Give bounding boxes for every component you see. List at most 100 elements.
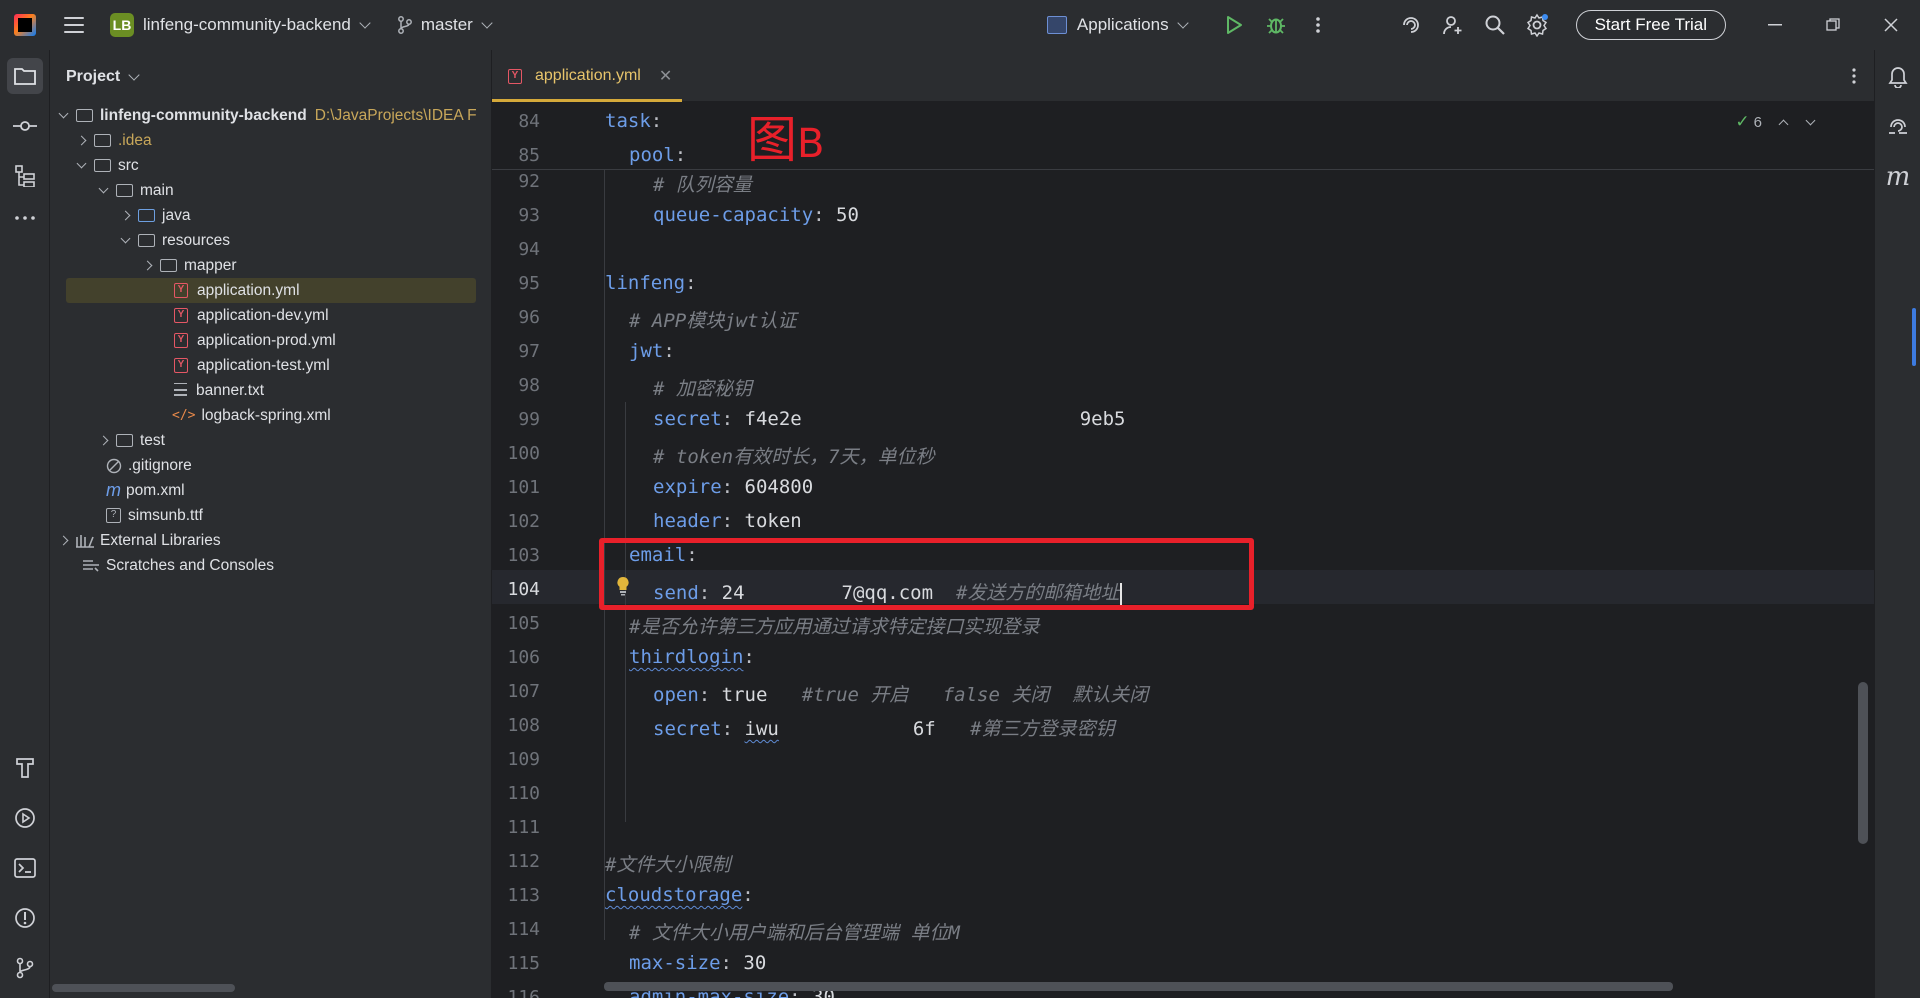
collapse-arrow-icon[interactable] — [142, 260, 153, 271]
line-number[interactable]: 110 — [492, 783, 540, 804]
settings-icon[interactable] — [1525, 13, 1549, 37]
tree-item-gitignore[interactable]: .gitignore — [106, 453, 192, 478]
tree-item-banner[interactable]: banner.txt — [174, 378, 264, 403]
search-icon[interactable] — [1483, 13, 1507, 37]
line-number[interactable]: 114 — [492, 919, 540, 940]
app-logo[interactable] — [14, 14, 36, 36]
line-number[interactable]: 98 — [492, 375, 540, 396]
tree-item-test[interactable]: test — [98, 428, 165, 453]
inspection-widget[interactable]: ✓ 6 — [1735, 112, 1816, 132]
ai-assistant-icon[interactable] — [1882, 111, 1914, 143]
chevron-down-icon[interactable] — [481, 16, 493, 29]
tree-item-application-test[interactable]: Y application-test.yml — [174, 353, 330, 378]
editor-horizontal-scrollbar[interactable] — [604, 982, 1673, 991]
line-number[interactable]: 106 — [492, 647, 540, 668]
add-user-icon[interactable] — [1441, 13, 1465, 37]
line-number[interactable]: 99 — [492, 409, 540, 430]
tree-item-pom[interactable]: m pom.xml — [106, 478, 185, 503]
line-number[interactable]: 103 — [492, 545, 540, 566]
expand-arrow-icon[interactable] — [120, 233, 131, 244]
collapse-arrow-icon[interactable] — [120, 210, 131, 221]
tree-item-external-libraries[interactable]: External Libraries — [58, 528, 221, 553]
build-icon[interactable] — [7, 750, 43, 786]
tree-item-resources[interactable]: resources — [120, 228, 231, 253]
horizontal-scrollbar[interactable] — [52, 984, 235, 992]
tree-item-simsun[interactable]: ? simsunb.ttf — [106, 503, 203, 528]
notifications-icon[interactable] — [1882, 61, 1914, 93]
collapse-arrow-icon[interactable] — [58, 535, 69, 546]
hamburger-icon[interactable] — [64, 17, 84, 33]
tab-options-icon[interactable] — [1852, 68, 1856, 84]
project-badge[interactable]: LB — [110, 13, 134, 37]
run-config-selector[interactable]: Applications — [1046, 15, 1189, 35]
tree-item-label: resources — [162, 231, 231, 249]
start-free-trial-button[interactable]: Start Free Trial — [1575, 10, 1726, 40]
collapse-arrow-icon[interactable] — [76, 135, 87, 146]
line-number[interactable]: 84 — [492, 111, 540, 132]
expand-arrow-icon[interactable] — [58, 108, 69, 119]
tab-application-yml[interactable]: Y application.yml ✕ — [492, 50, 682, 102]
line-number[interactable]: 105 — [492, 613, 540, 634]
tree-item-root[interactable]: linfeng-community-backend D:\JavaProject… — [58, 103, 477, 128]
tree-item-src[interactable]: src — [76, 153, 139, 178]
tree-item-application-dev[interactable]: Y application-dev.yml — [174, 303, 329, 328]
line-number[interactable]: 94 — [492, 239, 540, 260]
collapse-arrow-icon[interactable] — [98, 435, 109, 446]
line-number[interactable]: 104 — [492, 579, 540, 600]
restore-icon[interactable] — [1804, 0, 1862, 50]
commit-icon[interactable] — [7, 108, 43, 144]
close-tab-icon[interactable]: ✕ — [659, 66, 672, 86]
branch-name[interactable]: master — [421, 15, 473, 35]
minimize-icon[interactable] — [1746, 0, 1804, 50]
project-name[interactable]: linfeng-community-backend — [143, 15, 351, 35]
tree-item-mapper[interactable]: mapper — [142, 253, 237, 278]
tree-item-application-yml[interactable]: Y application.yml — [66, 278, 476, 303]
close-icon[interactable] — [1862, 0, 1920, 50]
services-icon[interactable] — [7, 800, 43, 836]
chevron-down-icon[interactable] — [359, 16, 371, 29]
tree-item-application-prod[interactable]: Y application-prod.yml — [174, 328, 336, 353]
line-number[interactable]: 108 — [492, 715, 540, 736]
line-number[interactable]: 116 — [492, 987, 540, 998]
debug-icon[interactable] — [1264, 13, 1288, 37]
expand-arrow-icon[interactable] — [98, 183, 109, 194]
line-number[interactable]: 96 — [492, 307, 540, 328]
line-number[interactable]: 100 — [492, 443, 540, 464]
terminal-icon[interactable] — [7, 850, 43, 886]
tree-item-logback[interactable]: </> logback-spring.xml — [172, 403, 331, 428]
branch-icon[interactable] — [397, 16, 413, 34]
line-number[interactable]: 109 — [492, 749, 540, 770]
more-tools-icon[interactable] — [7, 200, 43, 236]
line-number[interactable]: 113 — [492, 885, 540, 906]
line-number[interactable]: 111 — [492, 817, 540, 838]
expand-arrow-icon[interactable] — [76, 158, 87, 169]
line-number[interactable]: 97 — [492, 341, 540, 362]
run-icon[interactable] — [1222, 13, 1246, 37]
chevron-down-icon[interactable] — [128, 68, 140, 81]
line-number[interactable]: 101 — [492, 477, 540, 498]
maven-icon[interactable]: m — [1882, 161, 1914, 193]
line-number[interactable]: 107 — [492, 681, 540, 702]
chevron-up-icon[interactable] — [1778, 119, 1789, 129]
tree-item-label: application-test.yml — [197, 356, 330, 374]
project-panel-header[interactable]: Project — [50, 50, 491, 104]
line-number[interactable]: 115 — [492, 953, 540, 974]
structure-icon[interactable] — [7, 158, 43, 194]
line-number[interactable]: 112 — [492, 851, 540, 872]
folder-icon[interactable] — [7, 58, 43, 94]
problems-icon[interactable] — [7, 900, 43, 936]
ai-icon[interactable] — [1399, 13, 1423, 37]
tree-item-scratches[interactable]: Scratches and Consoles — [82, 553, 274, 578]
git-icon[interactable] — [7, 950, 43, 986]
line-number[interactable]: 95 — [492, 273, 540, 294]
line-number[interactable]: 85 — [492, 145, 540, 166]
line-number[interactable]: 93 — [492, 205, 540, 226]
line-number[interactable]: 102 — [492, 511, 540, 532]
tree-item-main[interactable]: main — [98, 178, 174, 203]
tree-item-idea[interactable]: .idea — [76, 128, 152, 153]
vertical-scrollbar[interactable] — [1858, 682, 1868, 844]
chevron-down-icon[interactable] — [1805, 115, 1816, 125]
more-icon[interactable] — [1306, 13, 1330, 37]
tree-item-java[interactable]: java — [120, 203, 190, 228]
line-number[interactable]: 92 — [492, 171, 540, 192]
